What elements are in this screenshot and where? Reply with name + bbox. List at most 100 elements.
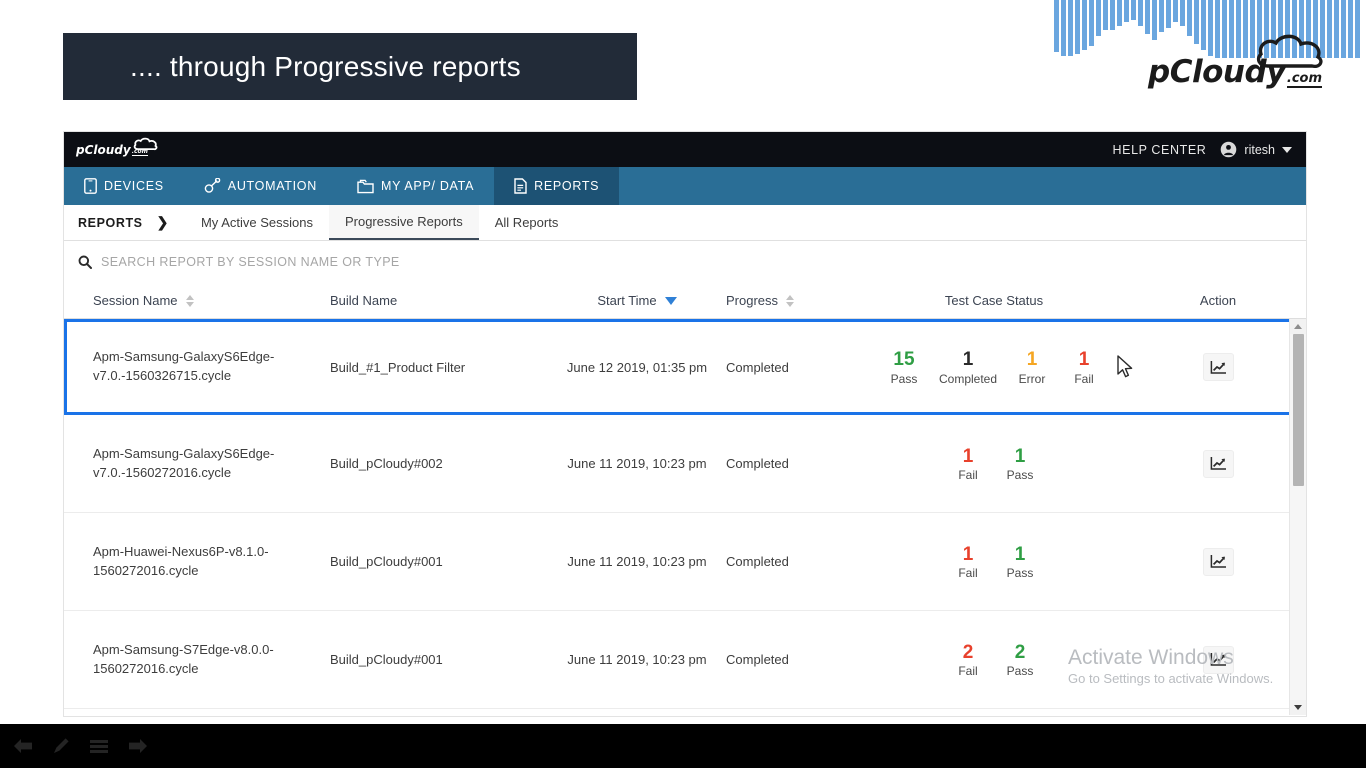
pen-icon[interactable] [51,736,71,756]
status-label: Pass [1006,468,1034,483]
nav-item-reports[interactable]: REPORTS [494,167,620,205]
column-header-start-time[interactable]: Start Time [548,293,726,308]
view-chart-button[interactable] [1202,353,1234,381]
line-chart-icon [1210,555,1226,568]
cell-action [1144,449,1292,478]
search-input[interactable]: SEARCH REPORT BY SESSION NAME OR TYPE [101,255,400,269]
decorative-bar [1159,0,1164,32]
cloud-icon [1256,34,1323,69]
tab-label: My Active Sessions [200,215,313,230]
tab-label: All Reports [494,215,559,230]
slide-title-banner: .... through Progressive reports [63,33,637,100]
status-label: Completed [938,371,998,386]
help-center-link[interactable]: HELP CENTER [1113,143,1207,157]
table-row[interactable]: Apm-Huawei-Nexus6P-v8.1.0-1560272016.cyc… [64,513,1306,611]
cell-session-name: Apm-Samsung-GalaxyS6Edge-v7.0.-156027201… [93,445,275,480]
status-count: 2 [962,641,974,663]
decorative-bar [1187,0,1192,36]
sort-desc-icon[interactable] [664,296,677,305]
cell-session-name: Apm-Samsung-GalaxyS6Edge-v7.0.-156032671… [93,349,275,383]
column-label: Test Case Status [944,293,1044,308]
column-header-action: Action [1144,293,1292,308]
nav-item-automation[interactable]: AUTOMATION [184,167,337,205]
status-count: 1 [962,445,974,467]
scrollbar-thumb[interactable] [1293,334,1304,486]
cell-progress: Completed [726,456,789,471]
sort-icon[interactable] [185,294,194,307]
scrollbar-track[interactable] [1290,334,1306,700]
app-topbar: pCloudy .com HELP CENTER ritesh [64,132,1306,167]
previous-arrow-icon[interactable] [12,736,34,756]
column-header-progress[interactable]: Progress [726,293,844,308]
decorative-bar [1075,0,1080,54]
cell-action [1144,353,1292,381]
status-badge: 1 Fail [951,543,985,581]
status-badge: 1 Completed [939,348,997,386]
view-chart-button[interactable] [1202,645,1234,674]
pcloudy-logo: pCloudy .com [1148,34,1323,88]
cell-start-time: June 11 2019, 10:23 pm [567,652,707,667]
decorative-bar [1096,0,1101,36]
table-row[interactable]: Apm-Samsung-S7Edge-v8.0.0-1560272016.cyc… [64,611,1306,709]
mouse-cursor [1117,355,1133,378]
view-chart-button[interactable] [1202,449,1234,478]
decorative-bar [1145,0,1150,34]
column-label: Action [1199,293,1237,308]
decorative-bar [1334,0,1339,58]
decorative-bar [1194,0,1199,44]
column-label: Start Time [597,293,657,308]
tab-label: Progressive Reports [344,214,463,229]
nav-item-label: MY APP/ DATA [380,179,475,193]
column-header-build-name[interactable]: Build Name [330,293,548,308]
status-label: Fail [1074,371,1094,386]
tab-my-active-sessions[interactable]: My Active Sessions [185,205,329,240]
pcloudy-app-window: pCloudy .com HELP CENTER ritesh DEVICES … [63,131,1307,717]
status-count: 1 [962,349,974,371]
tab-all-reports[interactable]: All Reports [479,205,575,240]
decorative-bar [1110,0,1115,30]
cell-action [1144,645,1292,674]
decorative-bar [1138,0,1143,26]
decorative-bar [1089,0,1094,46]
nav-item-label: DEVICES [104,179,164,193]
tab-progressive-reports[interactable]: Progressive Reports [328,205,479,240]
cell-build-name: Build_pCloudy#001 [330,652,443,667]
view-chart-button[interactable] [1202,547,1234,576]
next-arrow-icon[interactable] [127,736,149,756]
decorative-bar [1131,0,1136,20]
decorative-bar [1201,0,1206,50]
table-scrollbar[interactable] [1289,319,1306,715]
status-group: 2 Fail 2 Pass [844,641,1144,679]
status-label: Pass [1006,566,1034,581]
status-group: 15 Pass 1 Completed 1 Error 1 Fail [844,348,1144,386]
cell-test-case-status: 2 Fail 2 Pass [844,641,1144,679]
avatar-icon [1221,141,1237,158]
table-row[interactable]: Apm-Samsung-GalaxyS6Edge-v7.0.-156027201… [64,415,1306,513]
table-header: Session Name Build Name Start Time Progr… [64,283,1306,319]
document-icon [514,178,527,194]
user-menu[interactable]: ritesh [1220,141,1292,158]
sort-icon[interactable] [786,294,795,307]
menu-icon[interactable] [88,736,110,756]
column-header-session-name[interactable]: Session Name [78,293,330,308]
search-icon [78,255,92,269]
nav-item-my-app-data[interactable]: MY APP/ DATA [337,167,494,205]
chevron-down-icon [1282,146,1292,153]
cell-session-name: Apm-Huawei-Nexus6P-v8.1.0-1560272016.cyc… [93,543,269,578]
triangle-up-icon [1294,324,1302,329]
presentation-slide: pCloudy .com .... through Progressive re… [0,0,1366,724]
status-badge: 1 Fail [1067,348,1101,386]
cell-start-time: June 12 2019, 01:35 pm [566,359,708,375]
status-count: 1 [1014,445,1026,467]
nav-item-label: AUTOMATION [227,179,317,193]
cell-session-name: Apm-Samsung-S7Edge-v8.0.0-1560272016.cyc… [93,641,274,676]
status-badge: 15 Pass [887,348,921,386]
search-bar[interactable]: SEARCH REPORT BY SESSION NAME OR TYPE [64,241,1306,283]
scroll-down-button[interactable] [1289,700,1306,715]
status-badge: 1 Fail [951,445,985,483]
nav-item-devices[interactable]: DEVICES [64,167,184,205]
presentation-toolbar [0,724,1366,768]
app-logo[interactable]: pCloudy .com [76,137,158,156]
scroll-up-button[interactable] [1289,319,1306,334]
decorative-bar [1341,0,1346,58]
